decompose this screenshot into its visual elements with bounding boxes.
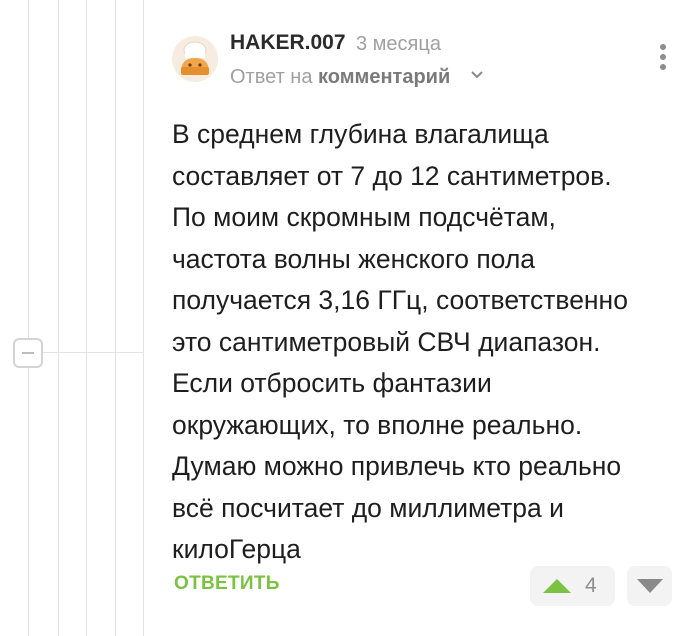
more-options-button[interactable] (656, 44, 670, 74)
upvote-button[interactable] (530, 566, 615, 606)
chevron-down-icon[interactable] (470, 70, 484, 80)
thread-line (115, 0, 116, 636)
comment-date: 3 месяца (356, 33, 441, 55)
reply-to-line: Ответ на комментарий (230, 66, 450, 89)
thread-line (143, 0, 144, 636)
rating-count: 4 (585, 574, 597, 597)
collapse-thread-button[interactable] (13, 338, 43, 368)
reply-to-comment-link[interactable]: комментарий (318, 66, 450, 88)
reply-button[interactable]: ОТВЕТИТЬ (174, 573, 280, 595)
avatar[interactable] (172, 36, 218, 82)
more-vertical-icon (660, 44, 666, 50)
thread-line (58, 0, 59, 636)
comment-username[interactable]: HAKER.007 (230, 31, 346, 55)
chef-avatar-icon (181, 41, 209, 75)
reply-to-prefix: Ответ на (230, 66, 313, 88)
thread-branch (43, 352, 143, 353)
downvote-button[interactable] (627, 566, 672, 606)
thread-line (86, 0, 87, 636)
downvote-icon (637, 579, 663, 593)
upvote-icon (543, 579, 571, 593)
comment-text: В среднем глубина влагалища составляет о… (172, 119, 628, 564)
thread-line (28, 0, 29, 636)
